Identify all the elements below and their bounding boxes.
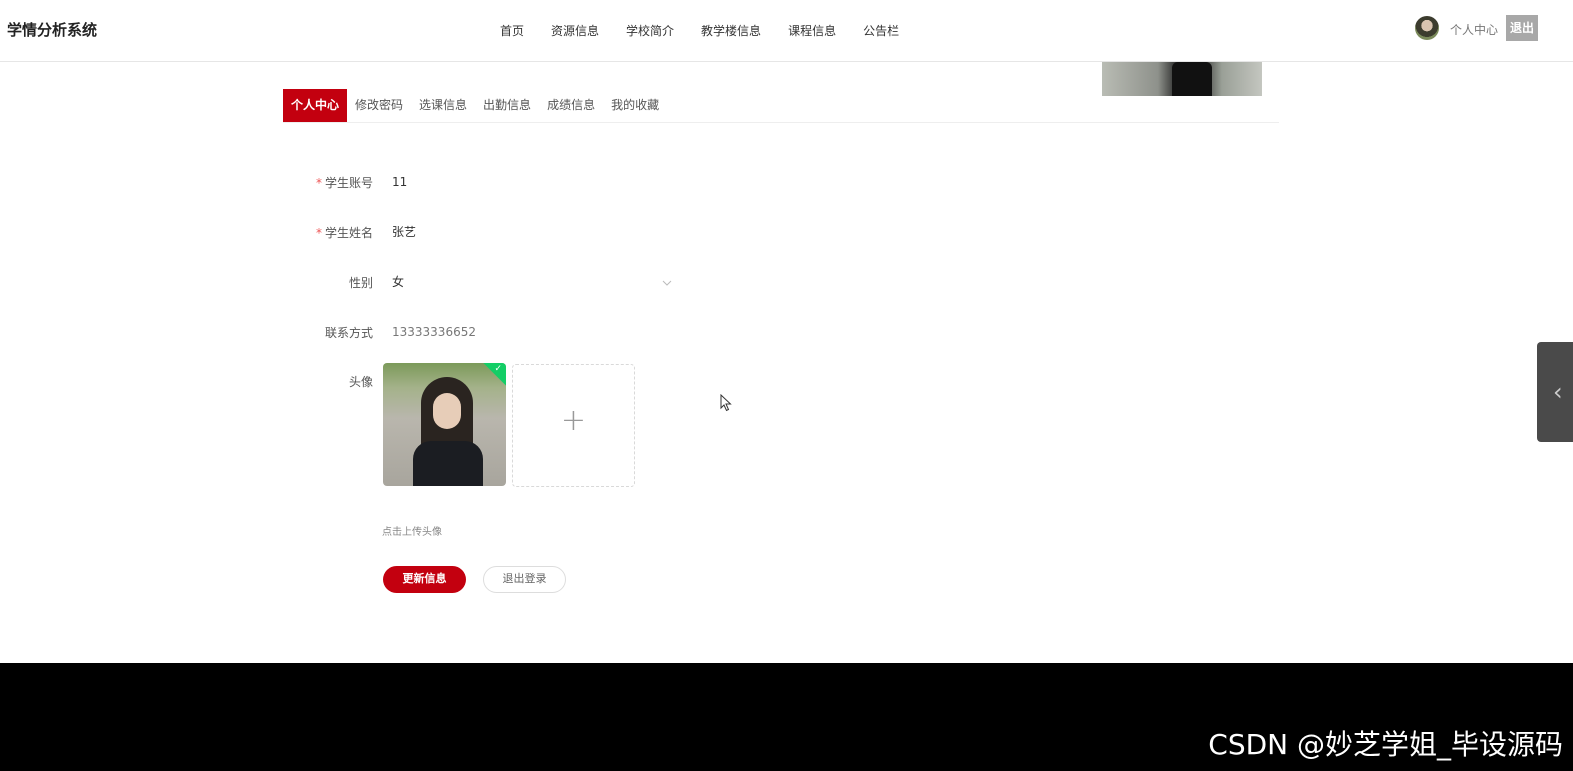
watermark-text: CSDN @妙芝学姐_毕设源码 [1208, 728, 1563, 761]
gender-label: 性别 [348, 275, 373, 290]
gender-row: 性别 女 [300, 270, 672, 294]
user-avatar[interactable] [1415, 16, 1439, 40]
tab-attendance[interactable]: 出勤信息 [475, 89, 539, 122]
main-nav: 首页 资源信息 学校简介 教学楼信息 课程信息 公告栏 [490, 20, 926, 41]
tab-change-password[interactable]: 修改密码 [347, 89, 411, 122]
update-info-button[interactable]: 更新信息 [383, 566, 466, 593]
side-panel-toggle[interactable]: ‹ [1537, 342, 1573, 442]
nav-courses[interactable]: 课程信息 [788, 20, 836, 41]
phone-field[interactable]: 13333336652 [392, 320, 592, 344]
name-label: * 学生姓名 [315, 225, 373, 240]
tab-grades[interactable]: 成绩信息 [539, 89, 603, 122]
logout-button-top[interactable]: 退出 [1506, 15, 1538, 41]
uploaded-avatar-image[interactable]: ✓ [383, 363, 506, 486]
site-title: 学情分析系统 [7, 21, 98, 39]
tab-personal-center[interactable]: 个人中心 [283, 89, 348, 122]
mouse-cursor-icon [720, 394, 732, 412]
nav-resources[interactable]: 资源信息 [551, 20, 599, 41]
profile-tabs: 个人中心 修改密码 选课信息 出勤信息 成绩信息 我的收藏 [283, 89, 1279, 123]
tab-course-selection[interactable]: 选课信息 [411, 89, 475, 122]
gender-select[interactable]: 女 [392, 270, 672, 294]
account-label: * 学生账号 [315, 175, 373, 190]
chevron-left-icon: ‹ [1553, 378, 1563, 406]
nav-notice-board[interactable]: 公告栏 [863, 20, 899, 41]
phone-row: 联系方式 13333336652 [300, 320, 592, 344]
nav-buildings[interactable]: 教学楼信息 [701, 20, 761, 41]
phone-label: 联系方式 [324, 325, 373, 340]
avatar-row: 头像 [300, 369, 375, 393]
account-field[interactable]: 11 [392, 170, 592, 194]
name-row: * 学生姓名 张艺 [300, 220, 592, 244]
footer: CSDN @妙芝学姐_毕设源码 [0, 663, 1573, 771]
chevron-down-icon [662, 274, 672, 286]
nav-school-intro[interactable]: 学校简介 [626, 20, 674, 41]
tab-favorites[interactable]: 我的收藏 [603, 89, 667, 122]
nav-home[interactable]: 首页 [500, 20, 524, 41]
upload-hint: 点击上传头像 [382, 527, 442, 538]
account-row: * 学生账号 11 [300, 170, 592, 194]
plus-icon: + [560, 403, 587, 438]
avatar-upload-box[interactable]: + [512, 364, 635, 487]
check-icon: ✓ [494, 364, 502, 374]
name-field[interactable]: 张艺 [392, 220, 592, 244]
avatar-label: 头像 [348, 374, 373, 389]
logout-button[interactable]: 退出登录 [483, 566, 566, 593]
user-center-link[interactable]: 个人中心 [1450, 21, 1498, 38]
top-navbar: 学情分析系统 首页 资源信息 学校简介 教学楼信息 课程信息 公告栏 个人中心 … [0, 0, 1573, 62]
